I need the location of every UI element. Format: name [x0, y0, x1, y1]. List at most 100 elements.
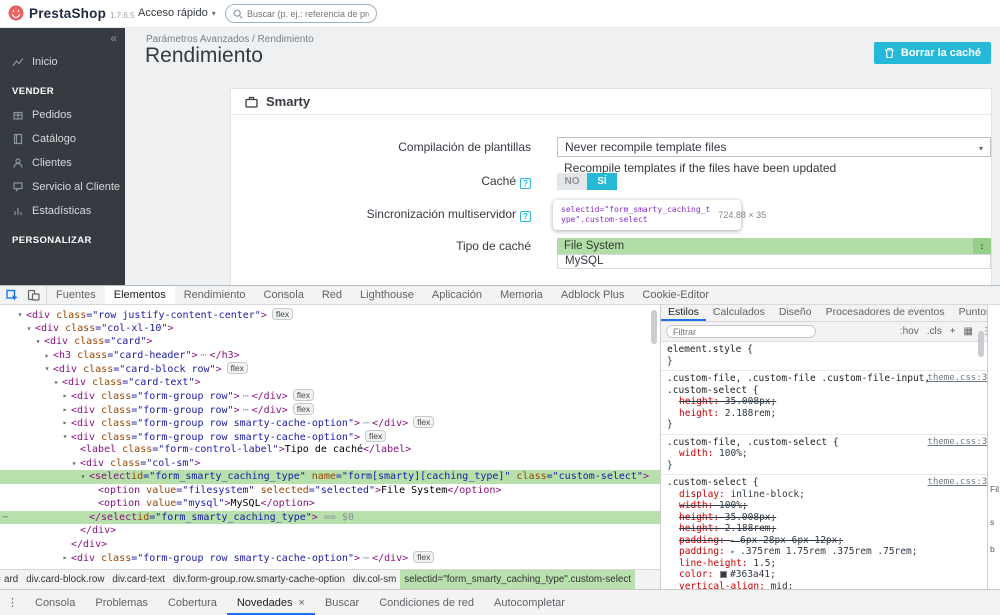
sidebar-item-servicio-al-cliente[interactable]: Servicio al Cliente	[0, 175, 125, 199]
devtools-tab-cookie-editor[interactable]: Cookie-Editor	[633, 286, 718, 304]
css-property[interactable]: padding: ▸ 6px 28px 6px 12px;	[667, 535, 996, 547]
styles-tool-hov[interactable]: :hov	[900, 326, 919, 337]
help-icon[interactable]: ?	[520, 178, 531, 189]
css-property[interactable]: line-height: 1.5;	[667, 558, 996, 570]
search-input[interactable]	[247, 9, 369, 19]
collapse-arrow-icon[interactable]: ▾	[51, 376, 61, 390]
close-icon[interactable]: ×	[299, 597, 305, 609]
dom-breadcrumb-item[interactable]: div.form-group.row.smarty-cache-option	[169, 570, 349, 590]
devtools-tab-red[interactable]: Red	[313, 286, 351, 304]
css-property[interactable]: height: 2.188rem;	[667, 523, 996, 535]
collapse-arrow-icon[interactable]: ▾	[42, 362, 52, 376]
dom-tree-node[interactable]: ▾<div class="row justify-content-center"…	[0, 308, 660, 322]
devtools-tab-adblock-plus[interactable]: Adblock Plus	[552, 286, 634, 304]
css-property[interactable]: width: 100%;	[667, 500, 996, 512]
expand-arrow-icon[interactable]: ▸	[42, 349, 52, 363]
devtools-tab-memoria[interactable]: Memoria	[491, 286, 552, 304]
kebab-menu-icon[interactable]: ⋮	[0, 596, 25, 609]
css-property[interactable]: padding: ▸ .375rem 1.75rem .375rem .75re…	[667, 546, 996, 558]
drawer-tab-buscar[interactable]: Buscar	[315, 590, 369, 615]
toggle-yes[interactable]: SÍ	[587, 173, 617, 190]
dom-tree-node[interactable]: </div>	[0, 524, 660, 538]
dom-tree-node[interactable]: ▸<div class="form-group row smarty-cache…	[0, 551, 660, 565]
dom-breadcrumb-item[interactable]: div.card-text	[108, 570, 169, 590]
css-property[interactable]: height: 35.008px;	[667, 512, 996, 524]
dom-tree-node[interactable]: ▸<div class="form-group row smarty-cache…	[0, 416, 660, 430]
dom-tree-node[interactable]: ▾<div class="col-sm">	[0, 457, 660, 471]
sidebar-item-estad-sticas[interactable]: Estadísticas	[0, 199, 125, 223]
sidebar-item-inicio[interactable]: Inicio	[0, 50, 125, 74]
css-property[interactable]: height: 35.008px;	[667, 396, 996, 408]
dom-tree-node[interactable]: <label class="form-control-label">Tipo d…	[0, 443, 660, 457]
collapse-arrow-icon[interactable]: ▾	[60, 430, 70, 444]
devtools-tab-elementos[interactable]: Elementos	[105, 286, 175, 304]
grid-icon[interactable]: ▦	[964, 326, 973, 337]
drawer-tab-consola[interactable]: Consola	[25, 590, 85, 615]
elements-scrollbar[interactable]	[651, 310, 657, 344]
prestashop-logo[interactable]: PrestaShop	[8, 5, 106, 21]
collapse-arrow-icon[interactable]: ▾	[69, 457, 79, 471]
css-property[interactable]: color: #363a41;	[667, 569, 996, 581]
dom-tree-node[interactable]: ⋯</selectid="form_smarty_caching_type"> …	[0, 511, 660, 525]
css-selector[interactable]: .custom-select {	[667, 385, 759, 396]
devtools-tab-consola[interactable]: Consola	[255, 286, 313, 304]
styles-tab-dise-o[interactable]: Diseño	[772, 305, 819, 321]
devtools-tab-rendimiento[interactable]: Rendimiento	[175, 286, 255, 304]
drawer-tab-autocompletar[interactable]: Autocompletar	[484, 590, 575, 615]
drawer-tab-cobertura[interactable]: Cobertura	[158, 590, 227, 615]
quick-access-menu[interactable]: Acceso rápido ▾	[138, 7, 216, 19]
devtools-tab-fuentes[interactable]: Fuentes	[47, 286, 105, 304]
dom-tree-node[interactable]: <option value="mysql">MySQL</option>	[0, 497, 660, 511]
inspect-element-icon[interactable]	[6, 289, 19, 302]
drawer-tab-condiciones-de-red[interactable]: Condiciones de red	[369, 590, 484, 615]
css-selector[interactable]: .custom-file, .custom-select {	[667, 437, 839, 448]
dom-tree-node[interactable]: ▾<div class="form-group row smarty-cache…	[0, 430, 660, 444]
styles-tab-procesadores-de-eventos[interactable]: Procesadores de eventos	[819, 305, 952, 321]
drawer-tab-problemas[interactable]: Problemas	[85, 590, 158, 615]
sidebar-item-clientes[interactable]: Clientes	[0, 151, 125, 175]
shorthand-arrow-icon[interactable]: ▸	[730, 536, 740, 545]
dom-tree-node[interactable]: ▾<div class="card-text">	[0, 376, 660, 390]
collapse-arrow-icon[interactable]: ▾	[15, 308, 25, 322]
node-menu-dots-icon[interactable]: ⋯	[2, 511, 8, 525]
dom-tree-node[interactable]: ▸<h3 class="card-header">⋯</h3>	[0, 349, 660, 363]
css-property[interactable]: height: 2.188rem;	[667, 408, 996, 420]
template-compilation-select[interactable]: Never recompile template files ▾	[557, 137, 991, 157]
search-box[interactable]	[225, 4, 377, 23]
css-property[interactable]: vertical-align: mid;	[667, 581, 996, 590]
dom-tree-node[interactable]: ▾<div class="card">	[0, 335, 660, 349]
color-swatch[interactable]	[720, 571, 727, 578]
expand-arrow-icon[interactable]: ▸	[60, 403, 70, 417]
collapse-arrow-icon[interactable]: ▾	[33, 335, 43, 349]
css-selector[interactable]: .custom-select {	[667, 477, 759, 488]
dom-tree-node[interactable]: ▸<div class="form-group row">⋯</div>flex	[0, 389, 660, 403]
device-toolbar-icon[interactable]	[27, 289, 40, 302]
dom-breadcrumb-item[interactable]: div.col-sm	[349, 570, 400, 590]
styles-filter-input[interactable]	[666, 325, 816, 338]
collapse-arrow-icon[interactable]: ▾	[78, 470, 88, 484]
cache-type-select[interactable]: File System ↕	[557, 238, 991, 254]
css-selector[interactable]: element.style {	[667, 344, 753, 355]
dom-breadcrumb-item[interactable]: div.card-block.row	[22, 570, 108, 590]
option-recompile-templates[interactable]: Recompile templates if the files have be…	[557, 161, 991, 175]
dom-tree-node[interactable]: ▸<div class="form-group row">⋯</div>flex	[0, 403, 660, 417]
styles-tab-estilos[interactable]: Estilos	[661, 305, 706, 321]
dom-breadcrumb-item[interactable]: ard	[0, 570, 22, 590]
styles-scrollbar[interactable]	[978, 331, 984, 357]
sidebar-collapse-button[interactable]: «	[110, 31, 117, 45]
dom-breadcrumb-item[interactable]: selectid="form_smarty_caching_type".cust…	[400, 570, 635, 590]
devtools-tab-aplicaci-n[interactable]: Aplicación	[423, 286, 491, 304]
css-property[interactable]: display: inline-block;	[667, 489, 996, 501]
dom-tree-node[interactable]: </div>	[0, 538, 660, 552]
devtools-tab-lighthouse[interactable]: Lighthouse	[351, 286, 423, 304]
collapse-arrow-icon[interactable]: ▾	[24, 322, 34, 336]
css-selector[interactable]: .custom-file, .custom-file .custom-file-…	[667, 373, 930, 384]
toggle-no[interactable]: NO	[557, 173, 587, 190]
expand-arrow-icon[interactable]: ▸	[60, 551, 70, 565]
sidebar-item-pedidos[interactable]: Pedidos	[0, 103, 125, 127]
styles-tool-cls[interactable]: .cls	[927, 326, 942, 337]
dom-tree-node[interactable]: <option value="filesystem" selected="sel…	[0, 484, 660, 498]
styles-tool-[interactable]: +	[950, 326, 956, 337]
expand-arrow-icon[interactable]: ▸	[60, 389, 70, 403]
expand-arrow-icon[interactable]: ▸	[60, 416, 70, 430]
